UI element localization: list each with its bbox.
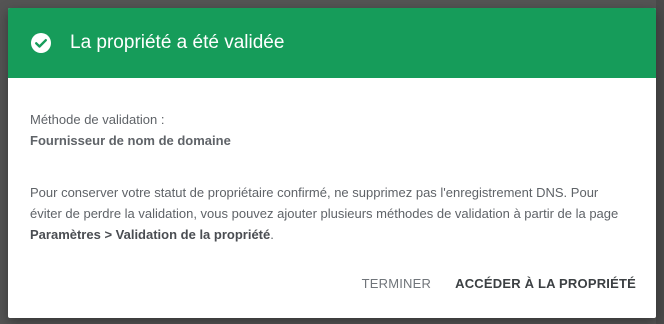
validation-dialog: La propriété a été validée Méthode de va… bbox=[8, 8, 656, 318]
backdrop-edge bbox=[656, 0, 664, 324]
description-line-2-suffix: . bbox=[270, 227, 274, 242]
description-line-1: Pour conserver votre statut de propriéta… bbox=[30, 185, 568, 200]
dialog-header: La propriété a été validée bbox=[8, 8, 656, 78]
access-property-button[interactable]: ACCÉDER À LA PROPRIÉTÉ bbox=[455, 275, 636, 293]
terminate-button[interactable]: TERMINER bbox=[362, 275, 432, 293]
dialog-description: Pour conserver votre statut de propriéta… bbox=[30, 182, 630, 245]
validation-method-value: Fournisseur de nom de domaine bbox=[30, 133, 231, 148]
check-circle-icon bbox=[30, 32, 52, 54]
dialog-title: La propriété a été validée bbox=[70, 32, 285, 53]
dialog-actions: TERMINER ACCÉDER À LA PROPRIÉTÉ bbox=[362, 275, 636, 293]
settings-path: Paramètres > Validation de la propriété bbox=[30, 227, 271, 242]
validation-method-label: Méthode de validation : bbox=[30, 112, 165, 127]
